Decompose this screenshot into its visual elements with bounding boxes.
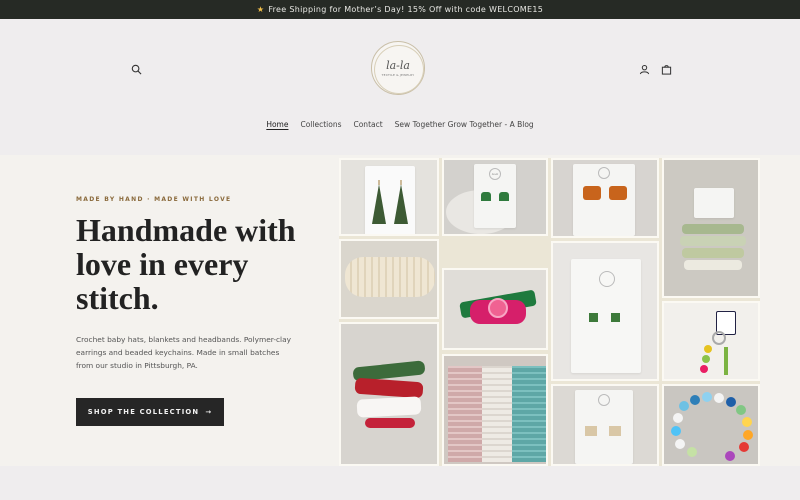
arrow-right-icon: → (205, 408, 213, 416)
silicone-bead-bracelet-photo (662, 384, 760, 466)
card-logo-3 (599, 271, 615, 287)
hero-section: MADE BY HAND · MADE WITH LOVE Handmade w… (0, 155, 800, 466)
main-nav: Home Collections Contact Sew Together Gr… (0, 118, 800, 131)
site-header: la-la TEXTILE & JEWELRY Home Collections… (0, 19, 800, 155)
hero-eyebrow: MADE BY HAND · MADE WITH LOVE (76, 196, 232, 203)
card-logo-2 (598, 167, 610, 179)
nav-item-collections[interactable]: Collections (300, 118, 341, 131)
hero-headline: Handmade with love in every stitch. (76, 212, 296, 316)
mini-sweater-earrings-photo (551, 384, 659, 466)
bow-headbands-photo (662, 158, 760, 298)
logo-ring (369, 40, 429, 99)
nav-item-home[interactable]: Home (266, 118, 288, 131)
nav-item-contact[interactable]: Contact (353, 118, 382, 131)
orange-sweater-earrings-photo (551, 158, 659, 238)
account-icon[interactable] (636, 61, 652, 77)
red-white-bows-photo (339, 322, 439, 466)
brand-logo[interactable]: la-la TEXTILE & JEWELRY (369, 40, 429, 99)
hero-description: Crochet baby hats, blankets and headband… (76, 335, 292, 370)
star-icon: ★ (256, 5, 265, 14)
green-heart-earrings-photo: la-la (442, 158, 548, 236)
search-icon[interactable] (128, 61, 144, 77)
announcement-bar: ★ Free Shipping for Mother’s Day! 15% Of… (0, 0, 800, 19)
card-logo-4 (598, 394, 610, 406)
cta-label: SHOP THE COLLECTION (87, 408, 200, 416)
card-logo: la-la (489, 168, 501, 180)
cream-knit-headband-photo (339, 239, 439, 319)
crochet-blankets-photo (442, 354, 548, 466)
keychain-beaded-photo (662, 301, 760, 381)
announcement-text: Free Shipping for Mother’s Day! 15% Off … (268, 5, 544, 14)
tree-earrings-photo (339, 158, 439, 236)
shop-collection-button[interactable]: SHOP THE COLLECTION → (76, 398, 224, 426)
cart-icon[interactable] (658, 61, 674, 77)
nav-item-blog[interactable]: Sew Together Grow Together - A Blog (395, 118, 534, 131)
pink-flower-bow-photo (442, 268, 548, 350)
sweater-earrings-card-photo (551, 241, 659, 381)
product-collage: la-la (339, 158, 760, 466)
page-bottom-strip (0, 466, 800, 500)
